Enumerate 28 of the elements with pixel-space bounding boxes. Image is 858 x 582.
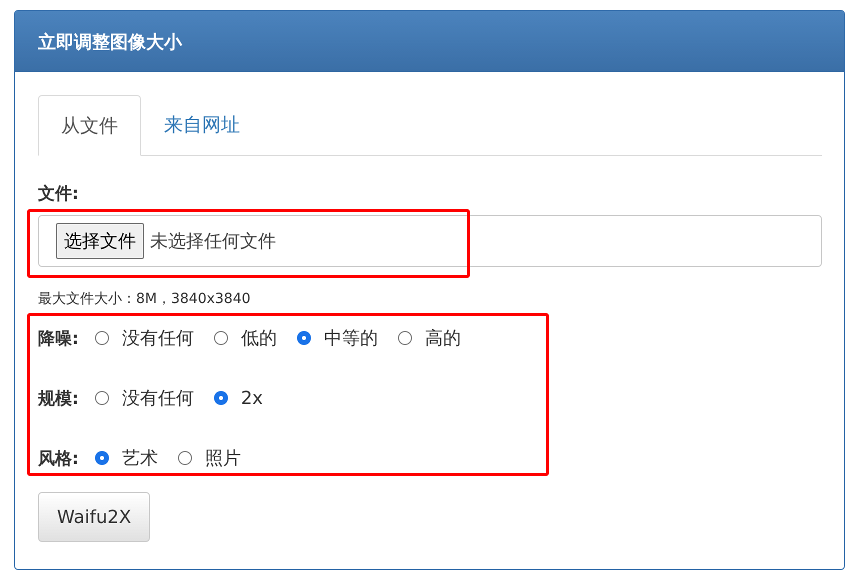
radio-button[interactable] <box>94 331 109 345</box>
radio-button[interactable] <box>214 392 227 404</box>
radio-label[interactable]: 艺术 <box>122 446 158 470</box>
radio-label[interactable]: 高的 <box>424 326 461 350</box>
option-label: 风格: <box>38 448 79 470</box>
file-status: 未选择任何文件 <box>150 230 276 253</box>
radio-label[interactable]: 没有任何 <box>122 386 194 410</box>
radio-button[interactable] <box>178 451 192 465</box>
radio-label[interactable]: 照片 <box>204 446 241 470</box>
radio-label[interactable]: 没有任何 <box>122 326 194 350</box>
radio-button[interactable] <box>214 331 228 345</box>
tab[interactable]: 来自网址 <box>141 95 263 155</box>
option-label: 降噪: <box>38 328 79 350</box>
radio-button[interactable] <box>96 452 108 464</box>
file-size-hint: 最大文件大小：8M，3840x3840 <box>38 290 252 308</box>
radio-button[interactable] <box>298 332 310 344</box>
radio-label[interactable]: 2x <box>240 388 263 408</box>
field-label: 文件: <box>38 183 80 205</box>
option-label: 规模: <box>38 388 79 410</box>
tab[interactable]: 从文件 <box>38 95 141 156</box>
panel-title: 立即调整图像大小 <box>15 11 844 72</box>
waifu2x-button[interactable]: Waifu2X <box>38 492 150 542</box>
file-input[interactable]: 选择文件 未选择任何文件 <box>38 215 822 267</box>
radio-label[interactable]: 中等的 <box>324 326 378 350</box>
radio-button[interactable] <box>398 331 412 345</box>
radio-button[interactable] <box>94 391 109 405</box>
radio-label[interactable]: 低的 <box>240 326 277 350</box>
choose-file-button[interactable]: 选择文件 <box>56 223 144 259</box>
